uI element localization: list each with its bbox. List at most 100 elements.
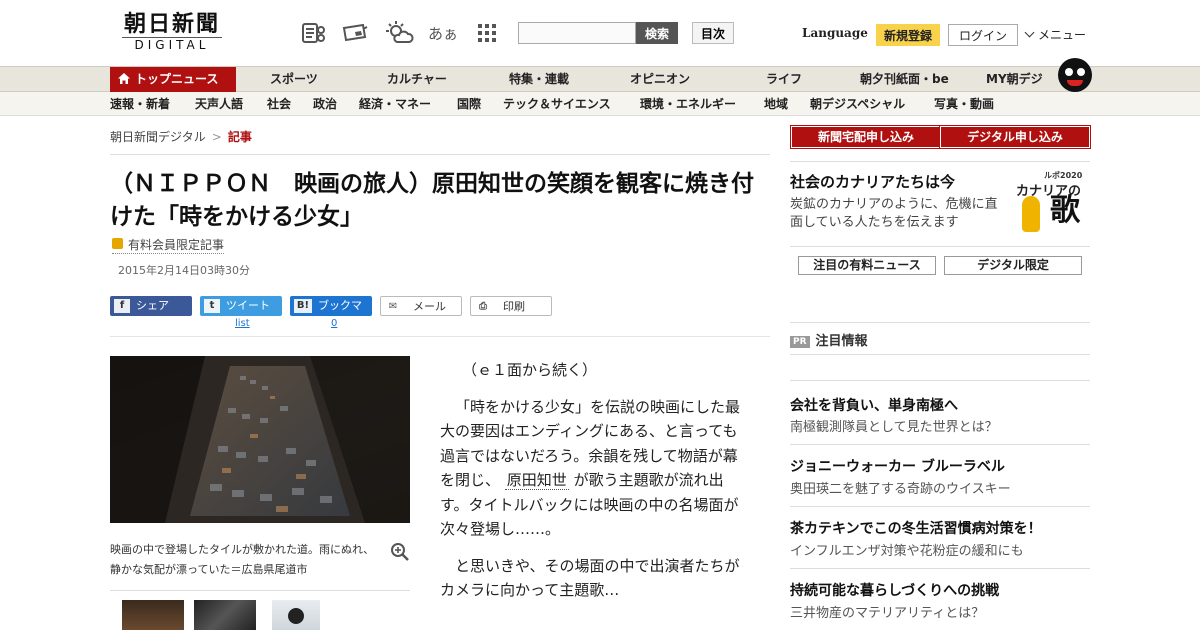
twitter-count-link[interactable]: list [235, 318, 250, 329]
divider [790, 354, 1090, 355]
pr-item-subtitle[interactable]: インフルエンザ対策や花粉症の緩和にも [790, 540, 1024, 559]
paragraph-text: と思いきや、その場面の中で出演者たちがカメラに向かって主題歌… [440, 556, 740, 600]
menu-label: メニュー [1038, 28, 1087, 42]
nav2-breaking[interactable]: 速報・新着 [110, 92, 170, 116]
hatena-icon: B! [294, 299, 312, 313]
divider [110, 154, 770, 155]
mascot-eye-right [1077, 68, 1085, 76]
article-paragraph: と思いきや、その場面の中で出演者たちがカメラに向かって主題歌… [440, 554, 750, 603]
nav2-special[interactable]: 朝デジスペシャル [810, 92, 905, 116]
article-photo[interactable] [110, 356, 410, 523]
mascot-icon[interactable] [1058, 58, 1092, 92]
pr-item-title[interactable]: 会社を背負い、単身南極へ [790, 395, 958, 415]
pr-item-title[interactable]: ジョニーウォーカー ブルーラベル [790, 456, 1005, 476]
hatena-count-link[interactable]: 0 [331, 318, 337, 329]
pr-item-title[interactable]: 持続可能な暮らしづくりへの挑戦 [790, 580, 999, 600]
twitter-share-button[interactable]: t ツイート [200, 296, 282, 316]
article-body: （ｅ１面から続く） 「時をかける少女」を伝説の映画にした最大の要因はエンディング… [440, 358, 750, 615]
nav2-society[interactable]: 社会 [267, 92, 291, 116]
weather-icon[interactable] [384, 18, 414, 48]
asahi-logo[interactable]: 朝日新聞 DIGITAL [112, 12, 232, 56]
divider [790, 322, 1090, 323]
canary-bird-icon [1022, 196, 1040, 232]
article-paragraph: （ｅ１面から続く） [440, 358, 750, 383]
pr-item-title[interactable]: 茶カテキンでこの冬生活習慣病対策を！ [790, 518, 1042, 538]
twitter-icon: t [204, 299, 220, 313]
apps-grid-icon[interactable] [472, 18, 502, 48]
nav-my-asadigi[interactable]: MY朝デジ [986, 67, 1043, 92]
tab-paid-news[interactable]: 注目の有料ニュース [798, 256, 936, 275]
breadcrumb-separator: > [211, 130, 222, 144]
subscribe-digital-button[interactable]: デジタル申し込み [939, 125, 1091, 149]
nav2-politics[interactable]: 政治 [313, 92, 337, 116]
nav2-economy[interactable]: 経済・マネー [359, 92, 431, 116]
photo-thumbnail[interactable] [122, 600, 184, 630]
nav-paper-be[interactable]: 朝夕刊紙面・be [860, 67, 949, 92]
font-size-icon[interactable]: あぁ [428, 18, 458, 48]
menu-button[interactable]: メニュー [1024, 26, 1087, 43]
mail-share-label: メール [413, 300, 446, 313]
nav-opinion[interactable]: オピニオン [630, 67, 690, 92]
nav2-international[interactable]: 国際 [457, 92, 481, 116]
divider [110, 590, 410, 591]
person-link[interactable]: 原田知世 [504, 471, 569, 490]
nav2-region[interactable]: 地域 [764, 92, 788, 116]
logo-main-text: 朝日新聞 [123, 11, 220, 37]
nav2-environment[interactable]: 環境・エネルギー [640, 92, 736, 116]
nav2-photo-video[interactable]: 写真・動画 [934, 92, 994, 116]
mascot-eye-left [1065, 68, 1073, 76]
canary-banner-big-text: 歌 [1050, 193, 1080, 228]
print-button[interactable]: ⎙ 印刷 [470, 296, 552, 316]
breadcrumb-current: 記事 [227, 130, 252, 144]
search-button[interactable]: 検索 [636, 22, 678, 44]
divider [790, 380, 1090, 381]
nav-culture[interactable]: カルチャー [387, 67, 447, 92]
nav-life[interactable]: ライフ [766, 67, 802, 92]
nav2-tenseijingo[interactable]: 天声人語 [195, 92, 243, 116]
photo-caption: 映画の中で登場したタイルが敷かれた道。雨にぬれ、静かな気配が漂っていた＝広島県尾… [110, 543, 375, 576]
paid-member-label[interactable]: 有料会員限定記事 [112, 236, 225, 254]
language-link[interactable]: Language [802, 26, 868, 40]
chevron-down-icon [1024, 27, 1035, 38]
nav-top-news[interactable]: トップニュース [110, 67, 236, 92]
index-button[interactable]: 目次 [692, 22, 734, 44]
divider [790, 568, 1090, 569]
newspaper-icon[interactable] [299, 18, 329, 48]
divider [110, 336, 770, 337]
pr-item-subtitle[interactable]: 南極観測隊員として見た世界とは？ [790, 416, 998, 435]
facebook-icon: f [114, 299, 130, 313]
photo-thumbnail[interactable] [194, 600, 256, 630]
login-button[interactable]: ログイン [948, 24, 1018, 46]
pr-item-subtitle[interactable]: 奥田瑛二を魅了する奇跡のウイスキー [790, 478, 1011, 497]
site-header: 朝日新聞 DIGITAL あぁ 検索 目次 Language 新規登録 ログイン… [0, 0, 1200, 66]
home-icon [118, 68, 130, 93]
ticket-icon[interactable] [340, 18, 370, 48]
pr-badge: PR [790, 336, 810, 348]
nav2-tech-science[interactable]: テック＆サイエンス [503, 92, 611, 116]
zoom-in-icon[interactable] [390, 542, 410, 562]
canary-series-banner[interactable]: ルポ2020 カナリアの 歌 [1010, 168, 1090, 236]
register-button[interactable]: 新規登録 [876, 24, 940, 46]
nav-features[interactable]: 特集・連載 [509, 67, 569, 92]
nav-sports[interactable]: スポーツ [270, 67, 318, 92]
pr-section-header: PR 注目情報 [790, 330, 868, 349]
tab-digital-only[interactable]: デジタル限定 [944, 256, 1082, 275]
logo-sub-text: DIGITAL [122, 37, 222, 52]
photo-thumbnail[interactable] [272, 600, 320, 630]
thumbnail-portrait [288, 608, 304, 624]
divider [790, 246, 1090, 247]
article-title: （ＮＩＰＰＯＮ 映画の旅人）原田知世の笑顔を観客に焼き付けた「時をかける少女」 [110, 171, 754, 230]
canary-series-title[interactable]: 社会のカナリアたちは今 [790, 171, 955, 192]
hatena-bookmark-button[interactable]: B! ブックマーク [290, 296, 372, 332]
mail-share-button[interactable]: ✉ メール [380, 296, 462, 316]
pr-header-text: 注目情報 [815, 334, 868, 349]
facebook-share-button[interactable]: f シェア [110, 296, 192, 316]
print-label: 印刷 [503, 300, 525, 313]
search-input[interactable] [518, 22, 636, 44]
subscribe-paper-button[interactable]: 新聞宅配申し込み [790, 125, 942, 149]
primary-nav: トップニュース スポーツ カルチャー 特集・連載 オピニオン ライフ 朝夕刊紙面… [0, 66, 1200, 92]
mascot-mouth [1067, 80, 1083, 86]
printer-icon: ⎙ [475, 300, 491, 314]
breadcrumb-home[interactable]: 朝日新聞デジタル [110, 130, 206, 144]
pr-item-subtitle[interactable]: 三井物産のマテリアリティとは？ [790, 602, 984, 621]
